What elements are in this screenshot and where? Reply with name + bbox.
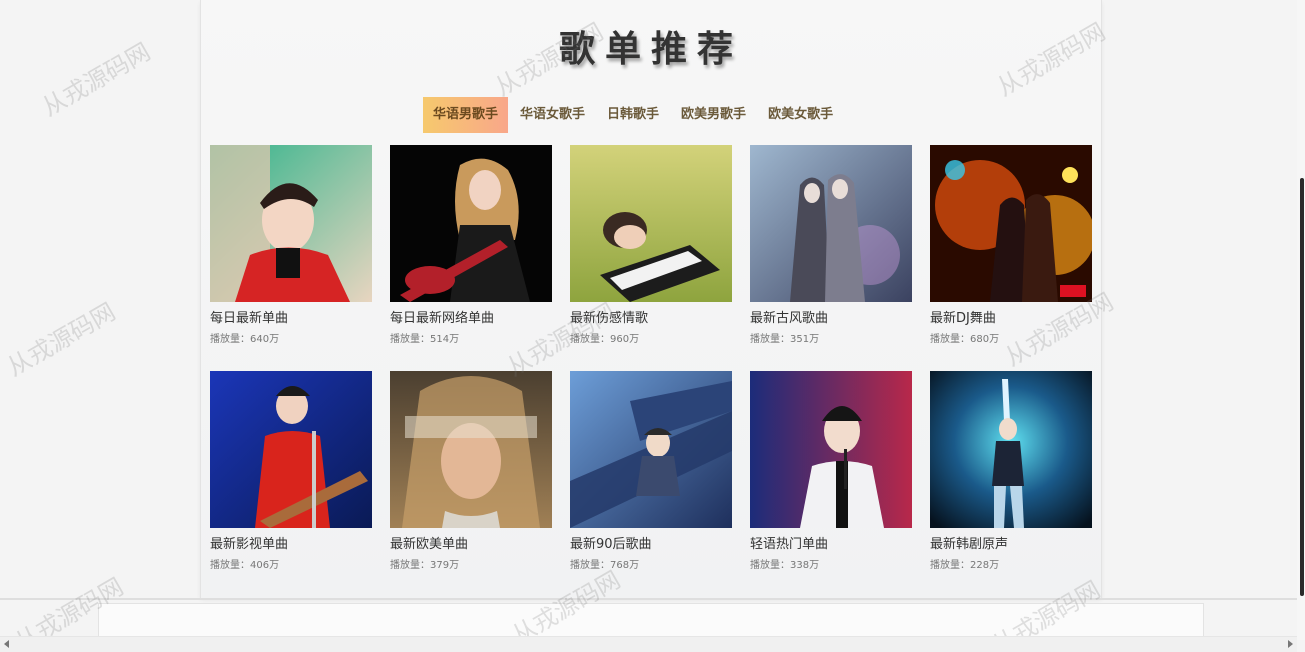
watermark: 从戎源码网 [37, 37, 156, 122]
playlist-card[interactable]: 最新影视单曲 播放量：406万 [210, 371, 372, 573]
playlist-title[interactable]: 最新伤感情歌 [570, 310, 732, 328]
tab-chinese-male[interactable]: 华语男歌手 [423, 97, 509, 133]
page: 歌单推荐 华语男歌手 华语女歌手 日韩歌手 欧美男歌手 欧美女歌手 每日最新单曲… [0, 0, 1305, 652]
playlist-cover-image[interactable] [210, 145, 372, 302]
watermark: 从戎源码网 [2, 297, 121, 382]
playlist-title[interactable]: 最新韩剧原声 [930, 536, 1092, 554]
playlist-title[interactable]: 轻语热门单曲 [750, 536, 912, 554]
playlist-card[interactable]: 每日最新单曲 播放量：640万 [210, 145, 372, 347]
playlist-card[interactable]: 最新伤感情歌 播放量：960万 [570, 145, 732, 347]
playlist-play-count: 播放量：379万 [390, 560, 460, 571]
playlist-cover-image[interactable] [750, 145, 912, 302]
playlist-card[interactable]: 最新DJ舞曲 播放量：680万 [930, 145, 1092, 347]
vertical-scrollbar-thumb[interactable] [1300, 178, 1304, 596]
playlist-card[interactable]: 每日最新网络单曲 播放量：514万 [390, 145, 552, 347]
vertical-scrollbar[interactable] [1297, 0, 1305, 640]
playlist-cover-image[interactable] [390, 371, 552, 528]
playlist-cover-image[interactable] [930, 145, 1092, 302]
playlist-play-count: 播放量：338万 [750, 560, 820, 571]
scroll-right-icon[interactable] [1288, 640, 1293, 648]
tab-western-female[interactable]: 欧美女歌手 [758, 97, 843, 133]
playlist-play-count: 播放量：351万 [750, 334, 820, 345]
playlist-cover-image[interactable] [750, 371, 912, 528]
tab-japan-korea[interactable]: 日韩歌手 [597, 97, 669, 133]
playlist-title[interactable]: 每日最新单曲 [210, 310, 372, 328]
playlist-play-count: 播放量：768万 [570, 560, 640, 571]
playlist-cover-image[interactable] [570, 371, 732, 528]
playlist-cover-image[interactable] [390, 145, 552, 302]
scroll-left-icon[interactable] [4, 640, 9, 648]
playlist-card[interactable]: 最新韩剧原声 播放量：228万 [930, 371, 1092, 573]
playlist-play-count: 播放量：514万 [390, 334, 460, 345]
playlist-card[interactable]: 最新90后歌曲 播放量：768万 [570, 371, 732, 573]
playlist-title[interactable]: 最新古风歌曲 [750, 310, 912, 328]
playlist-play-count: 播放量：228万 [930, 560, 1000, 571]
playlist-play-count: 播放量：960万 [570, 334, 640, 345]
playlist-title[interactable]: 最新90后歌曲 [570, 536, 732, 554]
section-title: 歌单推荐 [558, 29, 743, 70]
playlist-cover-image[interactable] [210, 371, 372, 528]
playlist-cover-image[interactable] [930, 371, 1092, 528]
tab-western-male[interactable]: 欧美男歌手 [671, 97, 756, 133]
playlist-play-count: 播放量：680万 [930, 334, 1000, 345]
playlist-play-count: 播放量：640万 [210, 334, 280, 345]
playlist-title[interactable]: 最新DJ舞曲 [930, 310, 1092, 328]
tab-chinese-female[interactable]: 华语女歌手 [510, 97, 595, 133]
playlist-card[interactable]: 最新欧美单曲 播放量：379万 [390, 371, 552, 573]
playlist-card[interactable]: 最新古风歌曲 播放量：351万 [750, 145, 912, 347]
playlist-title[interactable]: 每日最新网络单曲 [390, 310, 552, 328]
playlist-play-count: 播放量：406万 [210, 560, 280, 571]
category-tabs: 华语男歌手 华语女歌手 日韩歌手 欧美男歌手 欧美女歌手 [423, 97, 845, 133]
section-divider [0, 598, 1305, 600]
playlist-cover-image[interactable] [570, 145, 732, 302]
horizontal-scrollbar[interactable] [0, 636, 1297, 652]
playlist-card[interactable]: 轻语热门单曲 播放量：338万 [750, 371, 912, 573]
playlist-title[interactable]: 最新欧美单曲 [390, 536, 552, 554]
playlist-recommend-section: 歌单推荐 华语男歌手 华语女歌手 日韩歌手 欧美男歌手 欧美女歌手 每日最新单曲… [200, 0, 1102, 598]
playlist-title[interactable]: 最新影视单曲 [210, 536, 372, 554]
